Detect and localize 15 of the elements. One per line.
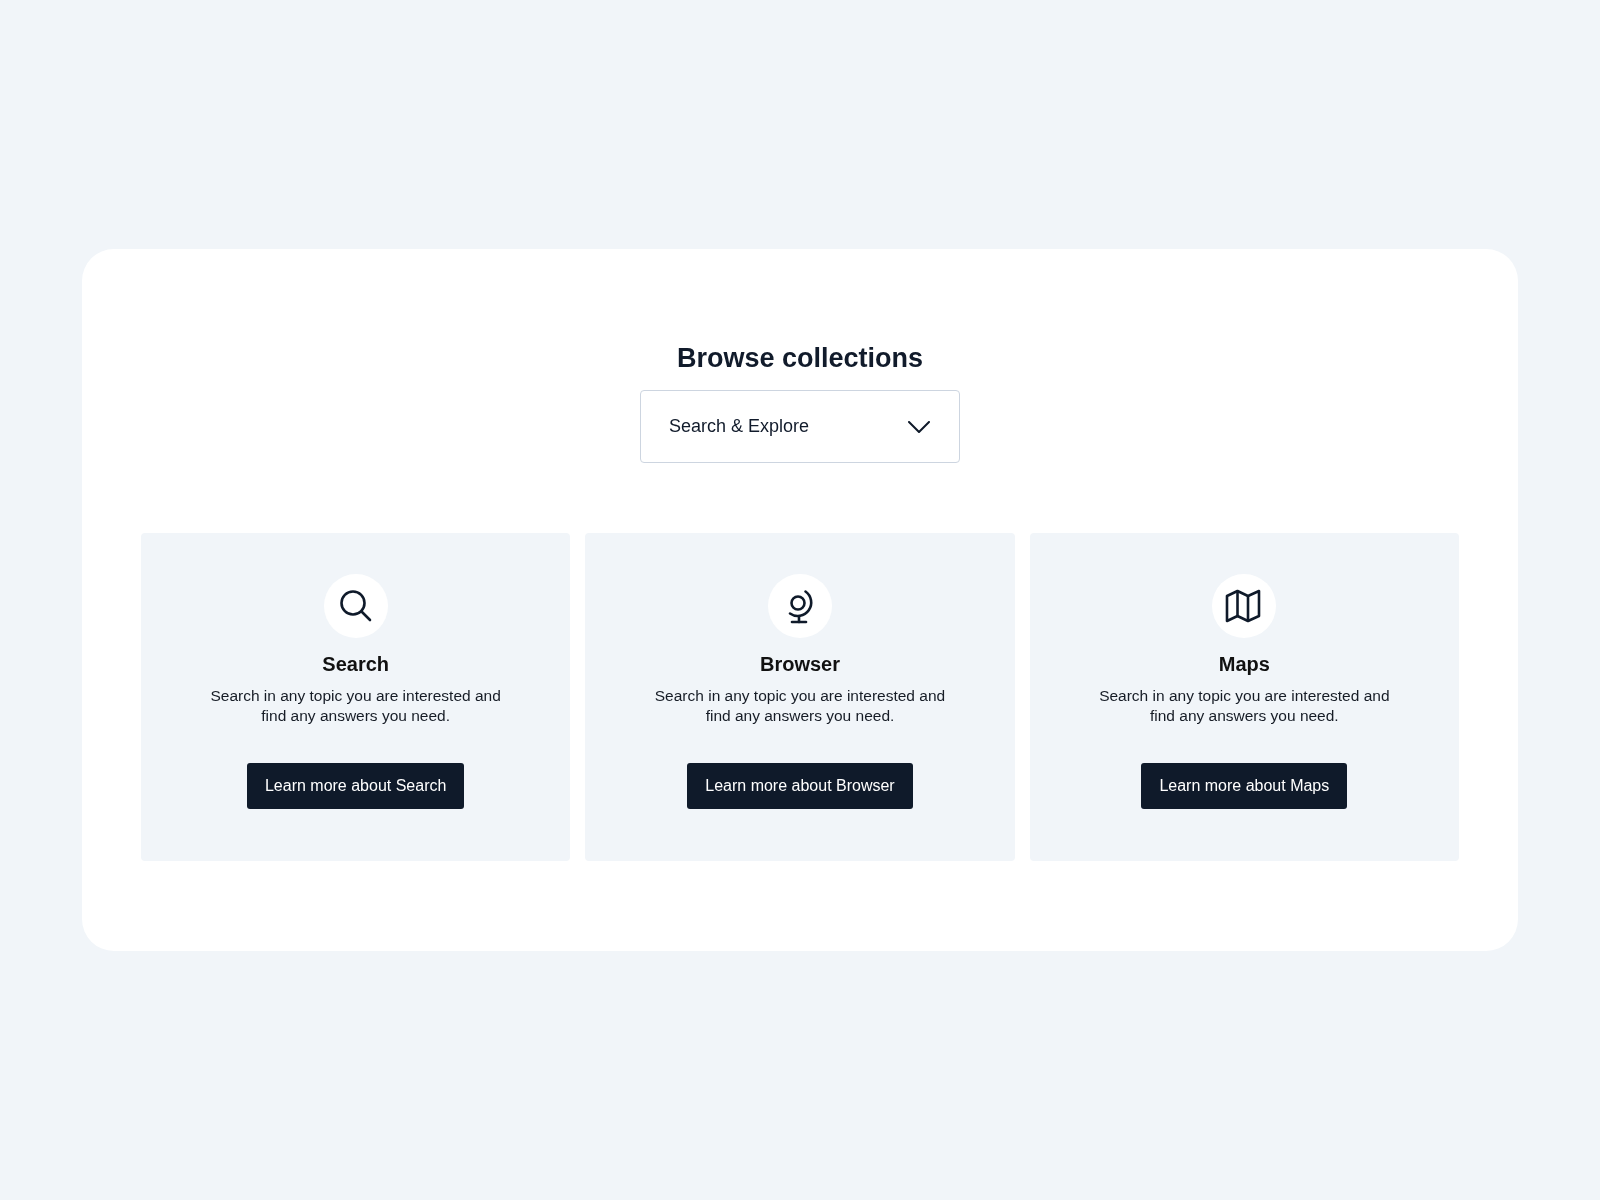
card-description: Search in any topic you are interested and find any answers you need. (209, 686, 502, 726)
card-title: Maps (1218, 652, 1270, 677)
category-dropdown[interactable]: Search & Explore (640, 390, 960, 463)
chevron-down-icon (908, 420, 930, 433)
learn-more-button[interactable]: Learn more about Browser (687, 763, 913, 809)
card-title: Browser (759, 652, 840, 677)
folded-map-icon (1212, 574, 1277, 638)
desk-globe-icon (768, 574, 832, 638)
learn-more-button[interactable]: Learn more about Search (246, 763, 465, 809)
card-title: Search (322, 652, 389, 677)
learn-more-button[interactable]: Learn more about Maps (1141, 763, 1348, 809)
section-heading: Browse collections (676, 342, 924, 375)
card-description: Search in any topic you are interested and find any answers you need. (1098, 686, 1391, 726)
search-icon (323, 574, 388, 638)
card-description: Search in any topic you are interested and find any answers you need. (653, 686, 947, 726)
